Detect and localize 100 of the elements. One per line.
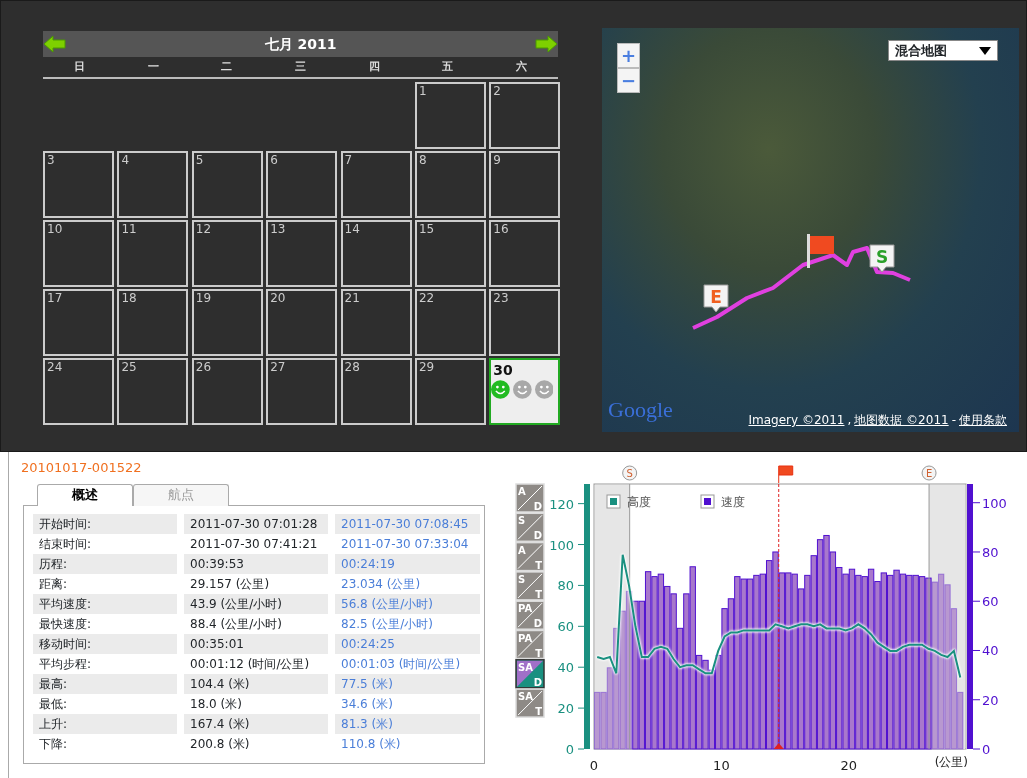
attribution-separator: , bbox=[847, 412, 852, 429]
stat-label: 最快速度: bbox=[38, 615, 93, 633]
weekday-label: 二 bbox=[220, 58, 234, 75]
day-cell[interactable]: 13 bbox=[266, 220, 338, 287]
stat-value: 2011-07-30 07:01:28 bbox=[184, 513, 328, 534]
axis-tick-label: 40 bbox=[557, 660, 574, 676]
stat-value: 200.8 (米) bbox=[189, 735, 251, 753]
next-month-arrow-icon[interactable] bbox=[534, 35, 558, 53]
day-cell[interactable]: 27 bbox=[266, 358, 338, 425]
day-cell[interactable]: 29 bbox=[414, 358, 486, 425]
day-cell[interactable]: 7 bbox=[340, 151, 412, 218]
weekday-label: 六 bbox=[514, 58, 528, 75]
map-type-dropdown[interactable]: 混合地图 bbox=[888, 40, 998, 61]
axis-tick-label: 10 bbox=[713, 758, 730, 773]
stat-label: 移动时间: bbox=[33, 633, 177, 654]
weekday-label: 五 bbox=[441, 58, 455, 75]
day-cell[interactable]: 16 bbox=[489, 220, 561, 287]
stat-value: 00:35:01 bbox=[184, 633, 328, 654]
weekday-label: 一 bbox=[146, 58, 160, 75]
day-cell[interactable]: 25 bbox=[117, 358, 189, 425]
chart-mode-button[interactable]: SA D bbox=[515, 659, 545, 689]
stat-label: 平均速度: bbox=[33, 593, 177, 614]
compare-value: 00:24:25 bbox=[335, 633, 480, 654]
day-cell[interactable]: 30 bbox=[489, 358, 561, 425]
stat-label: 上升: bbox=[33, 713, 177, 734]
route-marker[interactable]: E bbox=[921, 465, 937, 481]
axis-tick-label: 100 bbox=[549, 537, 574, 553]
day-cell[interactable]: 18 bbox=[117, 289, 189, 356]
weekday-label: 三 bbox=[294, 58, 307, 75]
attribution-link[interactable]: 地图数据 ©2011 bbox=[854, 411, 949, 429]
axis-tick-label: 80 bbox=[557, 578, 574, 594]
day-cell[interactable]: 23 bbox=[489, 289, 561, 356]
attribution-separator: - bbox=[951, 412, 956, 429]
day-cell[interactable]: 10 bbox=[43, 220, 114, 287]
day-cell[interactable]: 9 bbox=[489, 151, 561, 218]
day-cell[interactable]: 4 bbox=[117, 151, 189, 218]
compare-value: 82.5 (公里/小时) bbox=[340, 615, 434, 633]
previous-month-arrow-icon[interactable] bbox=[43, 35, 67, 53]
axis-title: (公里) bbox=[934, 755, 968, 769]
compare-value: 2011-07-30 07:33:04 bbox=[340, 535, 470, 553]
day-cell[interactable]: 28 bbox=[340, 358, 412, 425]
zoom-out-button[interactable]: − bbox=[617, 68, 640, 93]
stat-value: 167.4 (米) bbox=[184, 713, 328, 734]
compare-value: 81.3 (米) bbox=[335, 713, 480, 734]
stat-value: 18.0 (米) bbox=[189, 695, 243, 713]
axis-tick-label: 0 bbox=[589, 758, 599, 773]
legend-label: 速度 bbox=[721, 495, 745, 509]
stat-label: 结束时间: bbox=[38, 535, 93, 553]
day-cell[interactable]: 12 bbox=[191, 220, 263, 287]
stat-label: 最低: bbox=[38, 695, 69, 713]
tab[interactable]: 概述 bbox=[37, 483, 133, 506]
axis-tick-label: 20 bbox=[840, 758, 858, 773]
day-cell[interactable]: 5 bbox=[191, 151, 263, 218]
day-cell[interactable]: 11 bbox=[117, 220, 189, 287]
day-cell[interactable]: 6 bbox=[266, 151, 338, 218]
legend-swatch bbox=[606, 494, 621, 509]
annotation: S bbox=[626, 468, 633, 479]
day-cell[interactable]: 1 bbox=[414, 82, 486, 149]
attribution-link[interactable]: 使用条款 bbox=[959, 411, 1007, 429]
stat-value: 43.9 (公里/小时) bbox=[184, 593, 328, 614]
axis-tick-label: 0 bbox=[982, 742, 991, 757]
stat-label: 历程: bbox=[33, 553, 177, 574]
stat-value: 104.4 (米) bbox=[184, 673, 328, 694]
day-cell[interactable]: 17 bbox=[43, 289, 114, 356]
compare-value: 00:01:03 (时间/公里) bbox=[340, 655, 462, 673]
day-cell[interactable]: 8 bbox=[414, 151, 486, 218]
axis-tick-label: 60 bbox=[557, 619, 574, 635]
track-title: 20101017-001522 bbox=[21, 459, 143, 477]
flag-icon[interactable] bbox=[778, 465, 794, 484]
day-cell[interactable]: 26 bbox=[191, 358, 263, 425]
stat-label: 距离: bbox=[38, 575, 69, 593]
route-marker[interactable]: S bbox=[622, 465, 638, 481]
day-cell[interactable]: 19 bbox=[191, 289, 263, 356]
day-cell[interactable]: 15 bbox=[414, 220, 486, 287]
annotation: E bbox=[925, 468, 933, 479]
compare-value: 00:24:19 bbox=[335, 553, 480, 574]
day-cell[interactable]: 14 bbox=[340, 220, 412, 287]
day-cell[interactable]: 24 bbox=[43, 358, 114, 425]
attribution-link[interactable]: Imagery ©2011 bbox=[748, 411, 845, 429]
zoom-in-button[interactable]: + bbox=[617, 43, 640, 68]
stat-label: 开始时间: bbox=[33, 513, 177, 534]
compare-value: 110.8 (米) bbox=[340, 735, 402, 753]
axis-tick-label: 60 bbox=[982, 594, 999, 610]
day-cell[interactable]: 20 bbox=[266, 289, 338, 356]
flag-marker-icon[interactable] bbox=[807, 234, 834, 268]
axis-tick-label: 80 bbox=[982, 544, 999, 560]
day-cell[interactable]: 2 bbox=[489, 82, 561, 149]
day-cell[interactable]: 21 bbox=[340, 289, 412, 356]
compare-value: 56.8 (公里/小时) bbox=[335, 593, 480, 614]
day-cell[interactable]: 3 bbox=[43, 151, 114, 218]
day-cell[interactable]: 22 bbox=[414, 289, 486, 356]
map-logo: Google bbox=[608, 396, 673, 424]
compare-value: 2011-07-30 07:08:45 bbox=[335, 513, 480, 534]
stat-label: 下降: bbox=[38, 735, 69, 753]
stat-value: 2011-07-30 07:41:21 bbox=[189, 535, 319, 553]
weekday-label: 四 bbox=[367, 58, 381, 75]
cursor-triangle-icon bbox=[773, 743, 784, 749]
compare-value: 23.034 (公里) bbox=[340, 575, 422, 593]
satellite-map[interactable]: S E 混合地图 + − Google Imagery ©2011 , 地图数据 ©2011 - 使用条款 bbox=[602, 28, 1019, 432]
axis-tick-label: 20 bbox=[557, 701, 574, 717]
